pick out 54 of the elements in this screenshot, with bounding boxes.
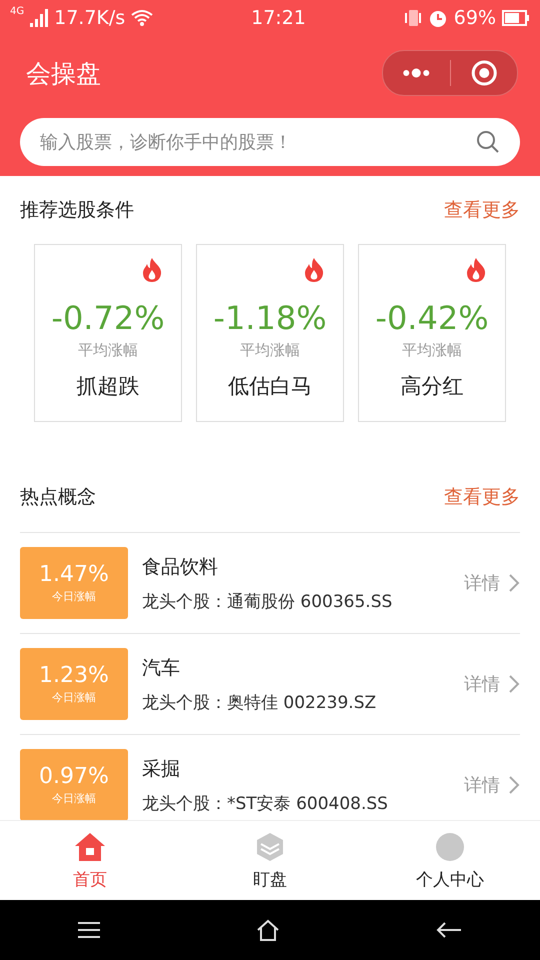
chevron-icon <box>508 674 520 694</box>
app-title: 会操盘 <box>26 58 102 90</box>
change-caption: 平均涨幅 <box>402 341 462 360</box>
vibrate-icon <box>404 8 422 28</box>
signal-icon <box>30 9 48 27</box>
detail-link[interactable]: 详情 <box>464 773 520 797</box>
leader-stock: 龙头个股：通葡股份 600365.SS <box>142 590 394 612</box>
wifi-icon <box>131 9 154 27</box>
change-percent: -0.42% <box>375 299 489 337</box>
chevron-icon <box>508 573 520 593</box>
change-badge: 1.23% 今日涨幅 <box>20 648 128 720</box>
search-field[interactable]: 输入股票，诊断你手中的股票！ <box>20 118 520 166</box>
change-percent: -0.72% <box>51 299 165 337</box>
concept-name: 汽车 <box>142 656 181 680</box>
strategy-name: 低估白马 <box>228 373 312 400</box>
tab-item[interactable]: 首页 <box>0 821 180 901</box>
battery-percent: 69% <box>454 7 496 29</box>
cube-icon <box>256 832 284 862</box>
home-icon[interactable] <box>256 919 280 941</box>
avatar-icon <box>435 832 465 862</box>
strategy-card[interactable]: -0.72% 平均涨幅 抓超跌 <box>34 244 182 422</box>
home-icon <box>74 832 106 862</box>
back-icon[interactable] <box>436 921 462 939</box>
menu-icon[interactable] <box>78 922 100 938</box>
clock-time: 17:21 <box>251 7 306 29</box>
concept-name: 食品饮料 <box>142 554 219 580</box>
detail-link[interactable]: 详情 <box>464 571 520 595</box>
change-caption: 平均涨幅 <box>240 341 300 360</box>
section-title: 推荐选股条件 <box>20 198 134 223</box>
strategy-name: 抓超跌 <box>76 373 140 400</box>
change-badge: 0.97% 今日涨幅 <box>20 749 128 821</box>
flame-icon <box>303 257 325 283</box>
network-speed: 17.7K/s <box>54 7 126 29</box>
more-link[interactable]: 查看更多 <box>444 484 520 510</box>
more-link[interactable]: 查看更多 <box>444 197 520 223</box>
detail-link[interactable]: 详情 <box>464 672 520 696</box>
concept-name: 采掘 <box>142 756 181 782</box>
change-badge: 1.47% 今日涨幅 <box>20 547 128 619</box>
alarm-icon <box>428 8 448 28</box>
flame-icon <box>141 257 163 283</box>
battery-icon <box>502 10 530 26</box>
strategy-card[interactable]: -1.18% 平均涨幅 低估白马 <box>196 244 344 422</box>
strategy-name: 高分红 <box>400 373 464 400</box>
network-type: 4G <box>10 6 24 17</box>
strategy-card[interactable]: -0.42% 平均涨幅 高分红 <box>358 244 506 422</box>
change-percent: -1.18% <box>213 299 327 337</box>
tab-item[interactable]: 个人中心 <box>360 821 540 901</box>
search-icon <box>476 130 500 154</box>
leader-stock: 龙头个股：奥特佳 002239.SZ <box>142 692 378 714</box>
section-title: 热点概念 <box>20 485 96 510</box>
leader-stock: 龙头个股：*ST安泰 600408.SS <box>142 792 389 814</box>
flame-icon <box>465 257 487 283</box>
change-caption: 平均涨幅 <box>78 341 138 360</box>
chevron-icon <box>508 775 520 795</box>
